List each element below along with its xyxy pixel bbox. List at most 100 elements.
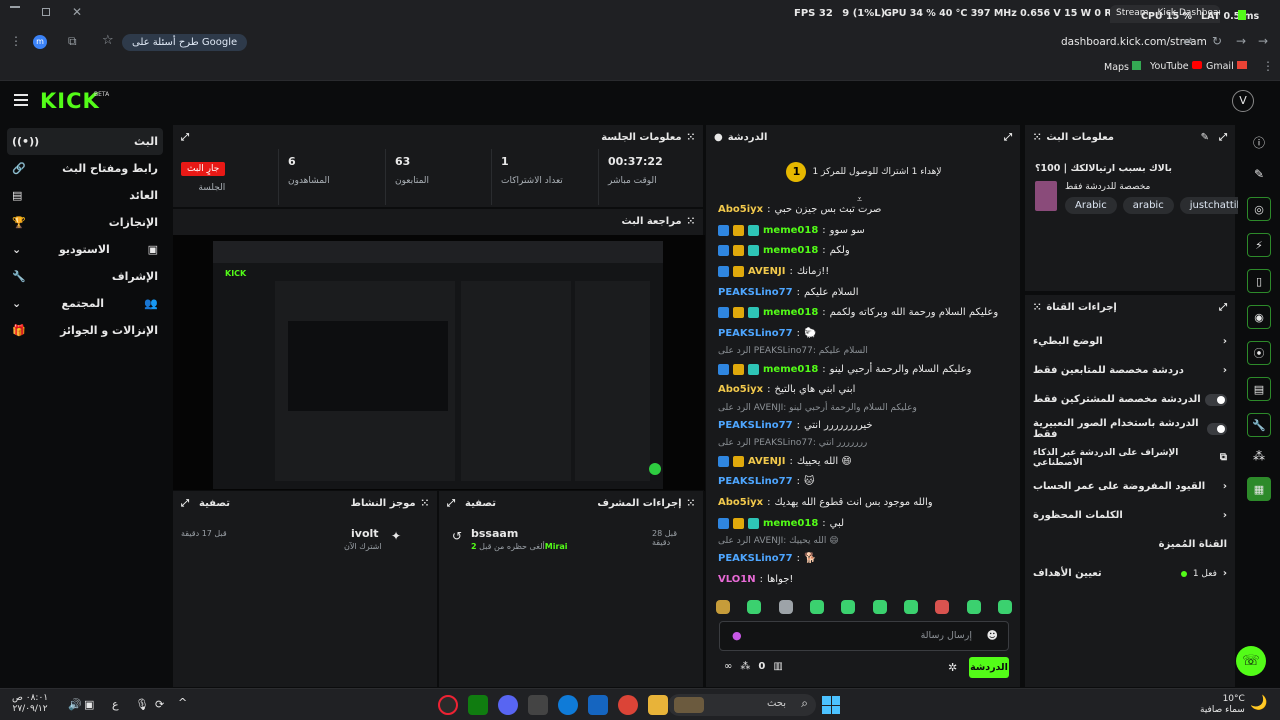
- chat-username[interactable]: AVENJI: [748, 266, 785, 277]
- drag-handle-icon[interactable]: ⁙: [687, 498, 695, 509]
- chat-username[interactable]: PEAKSLino77: [718, 553, 793, 564]
- mod-tools-icon[interactable]: ⁂: [740, 661, 750, 672]
- activity-user[interactable]: ivolt: [351, 527, 379, 540]
- mic-tray-icon[interactable]: 🎙: [135, 698, 149, 711]
- chat-username[interactable]: meme018: [763, 364, 818, 375]
- account-age-row[interactable]: القيود المفروضة على عمر الحساب ›: [1025, 472, 1235, 501]
- hamburger-icon[interactable]: [14, 94, 28, 96]
- clock[interactable]: ٠٨:٠١ ص ٢٧/٠٩/١٢: [12, 693, 48, 715]
- chat-username[interactable]: meme018: [763, 245, 818, 256]
- chat-input[interactable]: ● إرسال رسالة ☻: [719, 621, 1009, 651]
- chat-username[interactable]: Abo5iyx: [718, 204, 763, 215]
- reload-icon[interactable]: ↻: [1212, 34, 1222, 48]
- filter-button[interactable]: تصفية: [199, 498, 230, 509]
- user-avatar[interactable]: V: [1232, 90, 1254, 112]
- banned-words-row[interactable]: الكلمات المحظورة ›: [1025, 501, 1235, 530]
- chat-username[interactable]: PEAKSLino77: [718, 420, 793, 431]
- drag-handle-icon[interactable]: ⁙: [1033, 132, 1041, 143]
- chat-username[interactable]: AVENJI: [748, 456, 785, 467]
- expand-icon[interactable]: ⤢: [1219, 302, 1227, 313]
- back-icon[interactable]: →: [1258, 34, 1268, 48]
- chat-username[interactable]: Abo5iyx: [718, 497, 763, 508]
- edge-app-icon[interactable]: [558, 695, 578, 715]
- rail-button-flash[interactable]: ⚡: [1247, 233, 1271, 257]
- send-chat-button[interactable]: الدردشة: [969, 657, 1009, 678]
- chat-username[interactable]: PEAKSLino77: [718, 287, 793, 298]
- forward-icon[interactable]: →: [1236, 34, 1246, 48]
- expand-icon[interactable]: ⤢: [1219, 132, 1227, 143]
- network-icon[interactable]: ▣: [84, 698, 94, 711]
- sidebar-item-stream-key[interactable]: 🔗 رابط ومفتاح البث: [0, 155, 170, 182]
- google-search-chip[interactable]: طرح أسئلة على Google: [122, 34, 248, 51]
- obs-app-icon[interactable]: [438, 695, 458, 715]
- sidebar-item-community[interactable]: ⌄ المجتمع 👥: [0, 290, 170, 317]
- chat-username[interactable]: meme018: [763, 307, 818, 318]
- expand-icon[interactable]: ⤢: [181, 498, 189, 509]
- featured-channel-row[interactable]: القناة المُميزة: [1025, 530, 1235, 559]
- sidebar-item-drops[interactable]: 🎁 الإنزالات و الجوائز: [0, 317, 170, 344]
- chat-reply-context[interactable]: الرد على PEAKSLino77: ررررررر انتي: [706, 436, 1022, 451]
- emote-icon[interactable]: [809, 600, 824, 614]
- sidebar-item-moderation[interactable]: 🔧 الإشراف: [0, 263, 170, 290]
- filter-button[interactable]: تصفية: [465, 498, 496, 509]
- rail-button-layout[interactable]: ▤: [1247, 377, 1271, 401]
- emote-icon[interactable]: [997, 600, 1012, 614]
- chat-reply-context[interactable]: الرد على PEAKSLino77: السلام عليكم: [706, 344, 1022, 359]
- sidebar-item-revenue[interactable]: ▤ العائد: [0, 182, 170, 209]
- close-icon[interactable]: ✕: [72, 5, 82, 19]
- bookmarks-more-icon[interactable]: ⋮: [1262, 59, 1274, 73]
- chat-username[interactable]: meme018: [763, 225, 818, 236]
- chat-username[interactable]: PEAKSLino77: [718, 476, 793, 487]
- drag-handle-icon[interactable]: ⁙: [1033, 302, 1041, 313]
- xbox-app-icon[interactable]: [468, 695, 488, 715]
- goals-row[interactable]: تعيين الأهداف فعل 1 ›: [1025, 559, 1235, 588]
- discord-app-icon[interactable]: [498, 695, 518, 715]
- emote-icon[interactable]: [841, 600, 856, 614]
- language-indicator[interactable]: ع: [112, 698, 119, 711]
- bookmark-maps[interactable]: Maps: [1104, 61, 1142, 73]
- tag-chip[interactable]: Arabic: [1065, 197, 1117, 214]
- store-app-icon[interactable]: [528, 695, 548, 715]
- drag-handle-icon[interactable]: ⁙: [687, 216, 695, 227]
- drag-handle-icon[interactable]: ⁙: [421, 498, 429, 509]
- chat-username[interactable]: meme018: [763, 518, 818, 529]
- rail-button-active[interactable]: ▦: [1247, 477, 1271, 501]
- emote-icon[interactable]: [872, 600, 887, 614]
- weather-widget[interactable]: 10°C سماء صافية: [1200, 694, 1245, 716]
- bookmark-youtube[interactable]: YouTube: [1150, 61, 1202, 72]
- store-icon[interactable]: ▥: [773, 661, 782, 672]
- chat-username[interactable]: Abo5iyx: [718, 384, 763, 395]
- mod-action-user[interactable]: bssaam: [471, 527, 518, 540]
- stream-preview-video[interactable]: KICK: [173, 235, 705, 491]
- slow-mode-row[interactable]: الوضع البطيء ›: [1025, 327, 1235, 356]
- emote-icon[interactable]: [747, 600, 762, 614]
- expand-icon[interactable]: ⤢: [181, 132, 189, 143]
- maximize-icon[interactable]: [42, 8, 50, 16]
- emote-icon[interactable]: [903, 600, 918, 614]
- windows-start-icon[interactable]: [822, 696, 840, 714]
- sidebar-item-stream[interactable]: ((•)) البث: [7, 128, 163, 155]
- chat-reply-context[interactable]: الرد على AVENJI: وعليكم السلام والرحمة أ…: [706, 400, 1022, 415]
- subscribers-only-toggle[interactable]: [1205, 393, 1227, 406]
- taskbar-search[interactable]: بحث ⌕: [668, 694, 816, 716]
- mic-icon[interactable]: ●: [732, 629, 742, 642]
- rail-button-chat[interactable]: ◉: [1247, 305, 1271, 329]
- bookmark-star-icon[interactable]: ☆: [102, 33, 114, 48]
- rail-button-mod[interactable]: 🔧: [1247, 413, 1271, 437]
- profile-icon[interactable]: m: [33, 35, 47, 49]
- rail-button-notes[interactable]: ▯: [1247, 269, 1271, 293]
- pencil-icon[interactable]: ✎: [1238, 167, 1280, 181]
- volume-icon[interactable]: 🔊: [68, 698, 82, 711]
- tray-chevron-icon[interactable]: ^: [178, 696, 187, 709]
- bookmark-gmail[interactable]: Gmail: [1206, 61, 1247, 72]
- kick-logo[interactable]: KICK: [40, 89, 100, 113]
- ai-moderation-row[interactable]: الإشراف على الدردشة عبر الذكاء الاصطناعي…: [1025, 443, 1235, 472]
- emoji-icon[interactable]: ☻: [987, 629, 998, 642]
- menu-dots-icon[interactable]: ⋮: [10, 34, 22, 48]
- pinned-gift-banner[interactable]: 1 لإهداء 1 اشتراك للوصول للمركز 1: [706, 151, 1022, 193]
- file-explorer-icon[interactable]: [648, 695, 668, 715]
- emote-icon[interactable]: [716, 600, 730, 614]
- category-thumbnail[interactable]: [1035, 181, 1057, 211]
- edit-pencil-icon[interactable]: ✎: [1201, 132, 1209, 143]
- rail-button-broadcast[interactable]: ⦿: [1247, 341, 1271, 365]
